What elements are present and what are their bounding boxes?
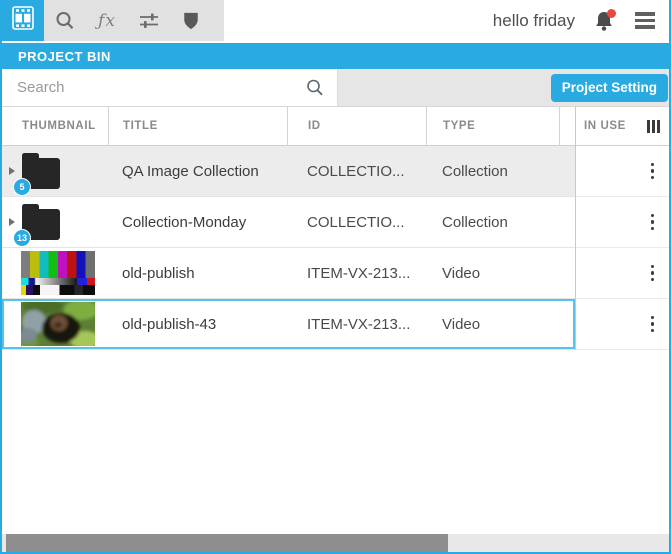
search-box: [2, 69, 338, 106]
adjust-sliders-icon[interactable]: [128, 0, 170, 41]
kebab-menu-icon[interactable]: [648, 211, 658, 234]
col-header-inuse-row: IN USE: [576, 107, 669, 146]
tab-project-bin[interactable]: [2, 0, 44, 41]
item-count-badge: 5: [13, 178, 31, 196]
row-id: ITEM-VX-213...: [287, 265, 426, 282]
notifications-bell-icon[interactable]: [593, 9, 615, 33]
folder-icon: 5: [22, 154, 60, 189]
folder-icon: 13: [22, 205, 60, 240]
table-left: THUMBNAIL TITLE ID TYPE 5 QA Image Colle…: [2, 107, 576, 350]
table-header-row: THUMBNAIL TITLE ID TYPE: [2, 107, 575, 146]
row-title: old-publish: [108, 265, 287, 282]
video-frame-thumbnail: [21, 302, 95, 346]
row-actions: [576, 299, 669, 350]
empty-content-area: [2, 350, 669, 534]
table-row[interactable]: 13 Collection-Monday COLLECTIO... Collec…: [2, 197, 575, 248]
project-setting-button[interactable]: Project Setting: [551, 74, 668, 102]
shield-icon[interactable]: [170, 0, 212, 41]
toolbar-tab-group: ƒx: [2, 0, 224, 41]
row-title: QA Image Collection: [108, 163, 287, 180]
row-id: ITEM-VX-213...: [287, 316, 426, 333]
kebab-menu-icon[interactable]: [648, 262, 658, 285]
effects-fx-icon[interactable]: ƒx: [86, 0, 128, 41]
horizontal-scrollbar[interactable]: [2, 534, 669, 552]
kebab-menu-icon[interactable]: [648, 313, 658, 336]
menu-icon[interactable]: [633, 10, 657, 31]
row-id: COLLECTIO...: [287, 163, 426, 180]
col-header-inuse[interactable]: IN USE: [584, 120, 626, 132]
color-bars-thumbnail: [21, 251, 95, 295]
row-title: Collection-Monday: [108, 214, 287, 231]
table-row-selected[interactable]: old-publish-43 ITEM-VX-213... Video: [2, 299, 575, 350]
row-actions: [576, 248, 669, 299]
table-row[interactable]: 5 QA Image Collection COLLECTIO... Colle…: [2, 146, 575, 197]
search-icon[interactable]: [44, 0, 86, 41]
row-type: Collection: [426, 163, 559, 180]
filmstrip-icon: [12, 6, 34, 35]
row-actions: [576, 197, 669, 248]
search-row: Project Setting: [2, 69, 669, 107]
search-magnifier-icon: [305, 78, 325, 103]
table-row[interactable]: old-publish ITEM-VX-213... Video: [2, 248, 575, 299]
col-header-id[interactable]: ID: [287, 107, 426, 145]
top-toolbar: ƒx hello friday: [2, 0, 669, 41]
row-type: Video: [426, 316, 559, 333]
topbar-right: hello friday: [493, 0, 669, 41]
row-type: Collection: [426, 214, 559, 231]
row-id: COLLECTIO...: [287, 214, 426, 231]
expand-arrow-icon[interactable]: [9, 167, 15, 175]
notification-dot: [607, 9, 616, 18]
table-right: IN USE: [576, 107, 669, 350]
search-input[interactable]: [2, 69, 337, 106]
row-type: Video: [426, 265, 559, 282]
scrollbar-thumb[interactable]: [6, 534, 448, 552]
expand-arrow-icon[interactable]: [9, 218, 15, 226]
kebab-menu-icon[interactable]: [648, 160, 658, 183]
col-header-thumbnail[interactable]: THUMBNAIL: [2, 107, 108, 145]
app-window: ƒx hello friday: [0, 0, 671, 554]
col-header-type[interactable]: TYPE: [426, 107, 559, 145]
item-count-badge: 13: [13, 229, 31, 247]
panel-title: PROJECT BIN: [2, 43, 669, 69]
col-header-spacer: [559, 107, 576, 145]
row-actions: [576, 146, 669, 197]
project-bin-table: THUMBNAIL TITLE ID TYPE 5 QA Image Colle…: [2, 107, 669, 350]
user-greeting: hello friday: [493, 11, 575, 31]
column-chooser-icon[interactable]: [647, 120, 660, 133]
row-title: old-publish-43: [108, 316, 287, 333]
col-header-title[interactable]: TITLE: [108, 107, 287, 145]
